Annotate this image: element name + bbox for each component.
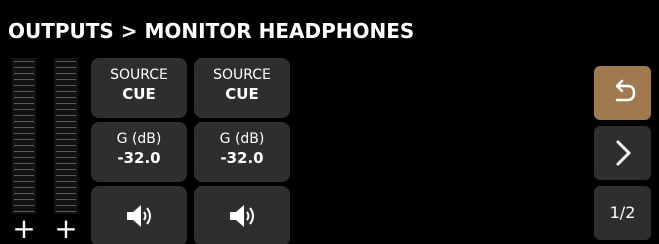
meter-segment <box>14 169 34 170</box>
meter-segment <box>14 127 34 128</box>
meter-segment <box>56 73 76 74</box>
mute-button-1[interactable] <box>91 186 187 244</box>
meter-segment <box>14 121 34 122</box>
page-title: OUTPUTS > MONITOR HEADPHONES <box>8 19 415 43</box>
meter-segment <box>14 145 34 146</box>
meter-segment <box>56 97 76 98</box>
add-button-1[interactable]: + <box>12 214 36 244</box>
undo-arrow-icon <box>615 79 636 102</box>
meter-segment <box>56 193 76 194</box>
page-indicator-button[interactable]: 1/2 <box>594 186 651 240</box>
meter-segment <box>14 187 34 188</box>
meter-segment <box>14 97 34 98</box>
meter-segment <box>56 187 76 188</box>
meter-segment <box>14 103 34 104</box>
meter-segment <box>14 175 34 176</box>
meter-segment <box>56 175 76 176</box>
meter-segment <box>14 115 34 116</box>
meter-segment <box>14 205 34 206</box>
next-page-button[interactable] <box>594 126 651 180</box>
meter-segment <box>14 85 34 86</box>
meter-segment <box>56 79 76 80</box>
speaker-icon <box>230 205 254 227</box>
meter-segment <box>56 109 76 110</box>
meter-segment <box>14 163 34 164</box>
meter-segment <box>14 199 34 200</box>
meter-segment <box>56 145 76 146</box>
level-meter-2 <box>54 58 78 214</box>
meter-segment <box>14 157 34 158</box>
gain-value: -32.0 <box>220 149 264 167</box>
meter-segment <box>56 139 76 140</box>
meter-segment <box>56 103 76 104</box>
meter-segment <box>56 157 76 158</box>
gain-button-2[interactable]: G (dB) -32.0 <box>194 122 290 182</box>
meter-segment <box>56 85 76 86</box>
back-button[interactable] <box>594 66 651 120</box>
meter-segment <box>14 73 34 74</box>
meter-segment <box>56 205 76 206</box>
meter-segment <box>56 127 76 128</box>
meter-segment <box>56 67 76 68</box>
add-button-2[interactable]: + <box>54 214 78 244</box>
meter-segment <box>14 139 34 140</box>
source-button-1[interactable]: SOURCE CUE <box>91 58 187 118</box>
gain-button-1[interactable]: G (dB) -32.0 <box>91 122 187 182</box>
meter-segment <box>56 199 76 200</box>
meter-segment <box>14 91 34 92</box>
page-indicator: 1/2 <box>609 203 636 222</box>
meter-segment <box>56 181 76 182</box>
meter-segment <box>56 151 76 152</box>
meter-segment <box>56 163 76 164</box>
meter-segment <box>56 115 76 116</box>
meter-segment <box>14 61 34 62</box>
mute-button-2[interactable] <box>194 186 290 244</box>
meter-segment <box>14 133 34 134</box>
meter-segment <box>14 67 34 68</box>
gain-label: G (dB) <box>219 131 265 147</box>
chevron-right-icon <box>616 140 631 166</box>
source-button-2[interactable]: SOURCE CUE <box>194 58 290 118</box>
gain-value: -32.0 <box>117 149 161 167</box>
meter-segment <box>56 133 76 134</box>
level-meter-1 <box>12 58 36 214</box>
meter-segment <box>56 169 76 170</box>
source-value: CUE <box>225 85 259 103</box>
source-label: SOURCE <box>213 67 271 83</box>
meter-segment <box>14 151 34 152</box>
meter-segment <box>56 61 76 62</box>
gain-label: G (dB) <box>116 131 162 147</box>
meter-segment <box>14 79 34 80</box>
speaker-icon <box>127 205 151 227</box>
meter-segment <box>14 109 34 110</box>
meter-segment <box>14 193 34 194</box>
meter-segment <box>56 91 76 92</box>
source-label: SOURCE <box>110 67 168 83</box>
meter-segment <box>14 181 34 182</box>
meter-segment <box>56 121 76 122</box>
source-value: CUE <box>122 85 156 103</box>
